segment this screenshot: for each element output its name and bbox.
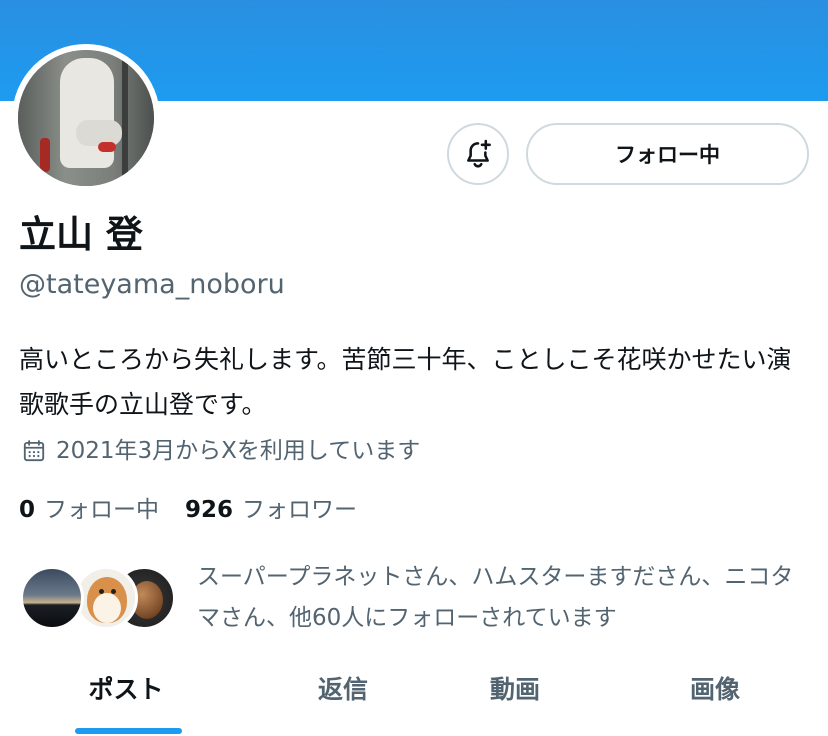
following-button[interactable]: フォロー中: [526, 123, 809, 185]
profile-avatar[interactable]: [12, 44, 160, 192]
profile-handle: @tateyama_noboru: [19, 269, 285, 300]
tab-label: 動画: [489, 675, 540, 704]
following-label: フォロー中: [44, 497, 160, 523]
following-button-label: フォロー中: [615, 143, 720, 167]
join-date: 2021年3月からXを利用しています: [21, 433, 420, 469]
followers-link[interactable]: 926 フォロワー: [185, 492, 357, 528]
tab-posts[interactable]: ポスト: [40, 660, 212, 736]
profile-bio: 高いところから失礼します。苦節三十年、ことしこそ花咲かせたい演歌歌手の立山登です…: [19, 345, 792, 419]
tab-label: 画像: [689, 675, 740, 704]
calendar-icon: [21, 438, 47, 464]
follower-avatar-superplanet[interactable]: [20, 566, 84, 630]
following-count: 0: [19, 497, 36, 523]
active-tab-indicator: [75, 728, 182, 734]
tab-replies[interactable]: 返信: [268, 660, 418, 736]
bell-plus-icon: [467, 139, 491, 168]
tab-images[interactable]: 画像: [640, 660, 790, 736]
tab-label: ポスト: [88, 675, 164, 704]
followed-by-text[interactable]: スーパープラネットさん、ハムスターますださん、ニコタマさん、他60人にフォローさ…: [197, 557, 807, 639]
tab-videos[interactable]: 動画: [440, 660, 590, 736]
join-date-text: 2021年3月からXを利用しています: [56, 438, 421, 464]
followers-label: フォロワー: [242, 497, 358, 523]
profile-tabs: ポスト 返信 動画 画像: [0, 660, 828, 736]
followers-count: 926: [185, 497, 234, 523]
profile-name: 立山 登: [19, 213, 143, 256]
avatar-photo: [18, 50, 154, 186]
following-link[interactable]: 0 フォロー中: [19, 492, 159, 528]
follow-stats: 0 フォロー中 926 フォロワー: [19, 492, 357, 528]
notification-button[interactable]: [447, 123, 509, 185]
tab-label: 返信: [317, 675, 368, 704]
